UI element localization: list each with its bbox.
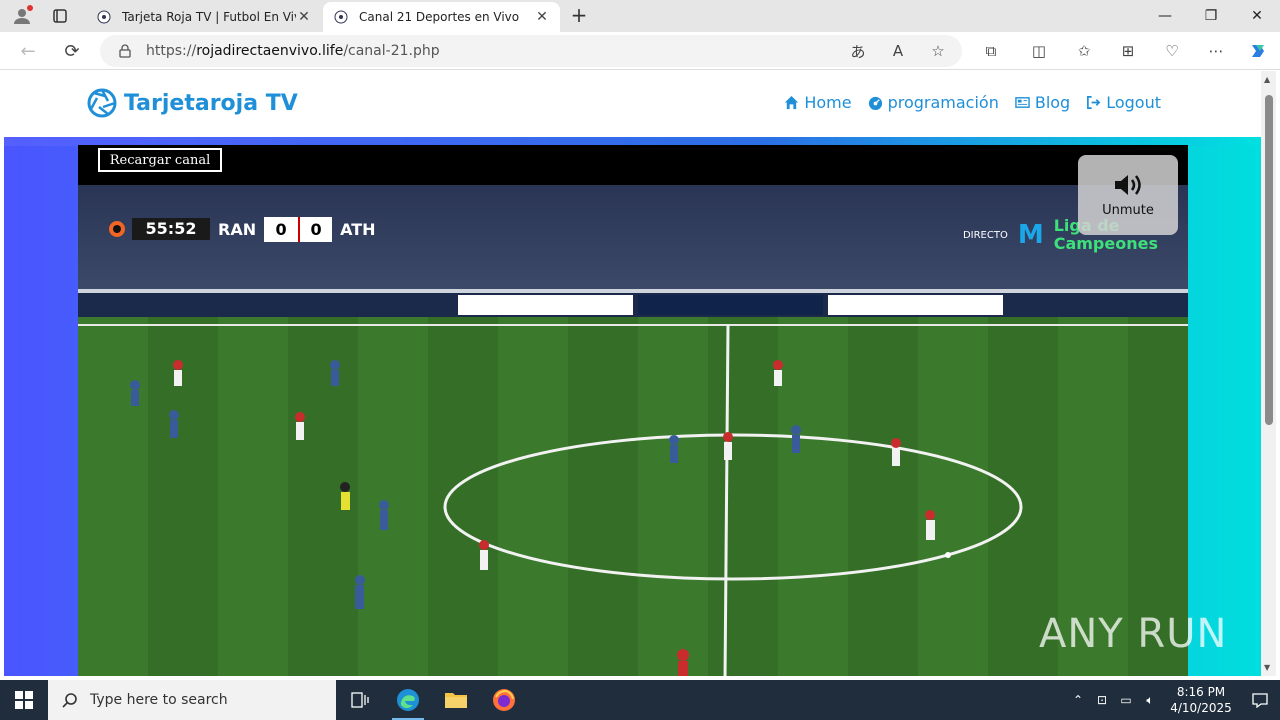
url-prefix: https://	[146, 43, 197, 59]
system-tray: ⌃ ⊡ ▭ 🔈︎ 8:16 PM 4/10/2025	[1066, 680, 1280, 720]
close-tab-icon[interactable]: ✕	[296, 9, 312, 25]
split-screen-icon[interactable]: ◫	[1025, 37, 1053, 65]
copilot-icon[interactable]	[1244, 37, 1272, 65]
nav-label: Home	[804, 93, 852, 112]
home-score: 0	[264, 216, 299, 242]
nav-label: Blog	[1034, 93, 1071, 112]
away-team: ATH	[340, 219, 376, 239]
scroll-down-arrow-icon[interactable]: ▼	[1264, 663, 1270, 672]
aperture-logo-icon	[87, 88, 117, 118]
show-hidden-icons-icon[interactable]: ⌃	[1066, 680, 1090, 720]
edge-browser-icon	[397, 689, 419, 711]
address-toolbar: ← ⟳ https://rojadirectaenvivo.life/canal…	[0, 32, 1280, 70]
network-icon[interactable]: ▭	[1114, 680, 1138, 720]
logout-icon	[1087, 96, 1101, 109]
close-window-button[interactable]: ✕	[1234, 0, 1280, 32]
notification-dot	[27, 5, 33, 11]
tabs-icon	[53, 9, 67, 23]
away-score: 0	[298, 216, 333, 242]
favorite-star-icon[interactable]: ☆	[924, 37, 952, 65]
favorites-icon[interactable]: ✩	[1070, 37, 1098, 65]
windows-logo-icon	[15, 691, 33, 709]
match-clock: 55:52	[132, 218, 210, 240]
read-aloud-icon[interactable]: A	[884, 37, 912, 65]
minimize-button[interactable]: —	[1142, 0, 1188, 32]
brand-name: Tarjetaroja TV	[124, 90, 298, 116]
taskbar-search[interactable]: Type here to search	[48, 680, 336, 720]
clock-time: 8:16 PM	[1176, 685, 1226, 699]
address-bar[interactable]: https://rojadirectaenvivo.life/canal-21.…	[100, 35, 962, 67]
taskbar-firefox[interactable]	[480, 680, 528, 720]
taskbar-file-explorer[interactable]	[432, 680, 480, 720]
profile-button[interactable]	[0, 0, 44, 32]
liga-line2: Campeones	[1053, 234, 1158, 253]
taskbar-clock[interactable]: 8:16 PM 4/10/2025	[1162, 684, 1240, 716]
newspaper-icon	[1015, 97, 1030, 108]
collections-icon[interactable]: ⊞	[1114, 37, 1142, 65]
refresh-button[interactable]: ⟳	[58, 37, 86, 65]
nav-logout[interactable]: Logout	[1086, 93, 1161, 112]
site-nav: Home programación Blog Logout	[784, 93, 1161, 112]
nav-label: Logout	[1106, 93, 1161, 112]
page-scrollbar[interactable]: ▲ ▼	[1261, 71, 1276, 676]
windows-taskbar: Type here to search ⌃ ⊡ ▭ 🔈︎ 8:16 PM 4/1…	[0, 680, 1280, 720]
close-tab-icon[interactable]: ✕	[534, 9, 550, 25]
football-pitch-video	[78, 185, 1188, 676]
translate-icon[interactable]: あ	[844, 37, 872, 65]
back-button[interactable]: ←	[14, 37, 42, 65]
nav-programacion[interactable]: programación	[868, 93, 999, 112]
search-icon	[62, 693, 77, 708]
nav-blog[interactable]: Blog	[1015, 93, 1070, 112]
movistar-logo-icon: M	[1017, 220, 1044, 250]
search-placeholder: Type here to search	[90, 692, 228, 708]
dashboard-icon	[868, 96, 882, 110]
tab-actions-button[interactable]	[44, 0, 76, 32]
task-view-icon	[351, 692, 369, 708]
unmute-label: Unmute	[1102, 202, 1154, 218]
url-domain: rojadirectaenvivo.life	[196, 43, 344, 59]
site-brand[interactable]: Tarjetaroja TV	[86, 87, 298, 119]
task-view-button[interactable]	[336, 680, 384, 720]
browser-tab-bar: Tarjeta Roja TV | Futbol En Vivo - ... ✕…	[0, 0, 1280, 32]
notification-center-icon[interactable]	[1240, 680, 1280, 720]
firefox-icon	[493, 689, 515, 711]
taskbar-edge[interactable]	[384, 680, 432, 720]
tab-title: Canal 21 Deportes en Vivo	[359, 10, 520, 24]
watermark-text: ANY RUN	[1039, 611, 1228, 657]
scrollbar-thumb[interactable]	[1265, 95, 1273, 425]
scroll-up-arrow-icon[interactable]: ▲	[1264, 75, 1270, 84]
tab-title: Tarjeta Roja TV | Futbol En Vivo - ...	[122, 10, 296, 24]
clock-date: 4/10/2025	[1170, 701, 1232, 715]
live-label: DIRECTO	[962, 229, 1008, 241]
usb-device-icon[interactable]: ⊡	[1090, 680, 1114, 720]
speaker-icon	[1115, 174, 1141, 195]
extensions-icon[interactable]: ⧉	[977, 37, 1005, 65]
reload-channel-button[interactable]: Recargar canal	[98, 148, 222, 172]
folder-icon	[445, 693, 467, 708]
performance-icon[interactable]: ♡	[1158, 37, 1186, 65]
volume-icon[interactable]: 🔈︎	[1138, 680, 1162, 720]
page-viewport: Tarjetaroja TV Home programación Blog Lo…	[4, 71, 1261, 676]
tab-canal-21[interactable]: Canal 21 Deportes en Vivo ✕	[323, 2, 560, 32]
unmute-button[interactable]: Unmute	[1078, 155, 1178, 235]
start-button[interactable]	[0, 680, 48, 720]
new-tab-button[interactable]: +	[568, 5, 590, 27]
nav-label: programación	[887, 93, 999, 112]
nav-home[interactable]: Home	[784, 93, 852, 112]
restore-button[interactable]: ❐	[1188, 0, 1234, 32]
video-player[interactable]: Recargar canal 55:52 RAN 0 0 ATH DIRECTO…	[78, 145, 1188, 676]
anyrun-watermark: ANY RUN	[1039, 611, 1227, 657]
lock-icon	[118, 44, 132, 58]
scorebug: 55:52 RAN 0 0 ATH	[106, 216, 384, 242]
home-icon	[785, 95, 799, 110]
url-path: /canal-21.php	[343, 43, 440, 59]
europa-league-logo-icon	[106, 218, 128, 240]
more-menu-icon[interactable]: ⋯	[1202, 37, 1230, 65]
soccer-favicon-icon	[333, 9, 349, 25]
tab-tarjeta-roja[interactable]: Tarjeta Roja TV | Futbol En Vivo - ... ✕	[86, 2, 322, 32]
soccer-favicon-icon	[96, 9, 112, 25]
home-team: RAN	[218, 219, 257, 239]
site-header: Tarjetaroja TV Home programación Blog Lo…	[4, 71, 1261, 137]
